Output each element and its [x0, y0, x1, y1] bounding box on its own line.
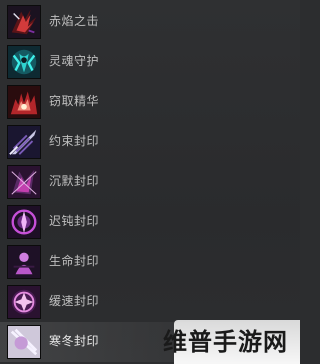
skill-row-yueshu[interactable]: 约束封印 — [0, 122, 300, 162]
magenta-silence-seal-icon — [7, 165, 41, 199]
watermark-text: 维普手游网 — [163, 327, 288, 356]
skill-row-chenmo[interactable]: 沉默封印 — [0, 162, 300, 202]
skill-row-qiequ[interactable]: 窃取精华 — [0, 82, 300, 122]
skill-row-chiyan[interactable]: 赤焰之击 — [0, 2, 300, 42]
skill-label: 迟钝封印 — [49, 214, 100, 228]
skill-row-huansu[interactable]: 缓速封印 — [0, 282, 300, 322]
skill-list-panel: 赤焰之击 灵魂守护 窃取精华 约束封印 沉默封印 迟钝封印 生命封印 缓速封印 … — [0, 0, 300, 364]
skill-list: 赤焰之击 灵魂守护 窃取精华 约束封印 沉默封印 迟钝封印 生命封印 缓速封印 … — [0, 2, 300, 362]
skill-label: 缓速封印 — [49, 294, 100, 308]
skill-label: 约束封印 — [49, 134, 100, 148]
skill-label: 窃取精华 — [49, 94, 100, 108]
red-essence-steal-icon — [7, 85, 41, 119]
skill-label: 赤焰之击 — [49, 14, 100, 28]
cyan-soul-guard-icon — [7, 45, 41, 79]
pale-winter-seal-icon — [7, 325, 41, 359]
skill-label: 灵魂守护 — [49, 54, 100, 68]
purple-bind-seal-icon — [7, 125, 41, 159]
skill-label: 寒冬封印 — [49, 334, 100, 348]
skill-row-chidun[interactable]: 迟钝封印 — [0, 202, 300, 242]
violet-slow-seal-icon — [7, 205, 41, 239]
pink-haste-seal-icon — [7, 285, 41, 319]
red-flame-strike-icon — [7, 5, 41, 39]
skill-label: 生命封印 — [49, 254, 100, 268]
site-watermark: 维普手游网 — [163, 320, 300, 364]
skill-row-linghun[interactable]: 灵魂守护 — [0, 42, 300, 82]
violet-life-seal-icon — [7, 245, 41, 279]
skill-row-shengming[interactable]: 生命封印 — [0, 242, 300, 282]
skill-label: 沉默封印 — [49, 174, 100, 188]
